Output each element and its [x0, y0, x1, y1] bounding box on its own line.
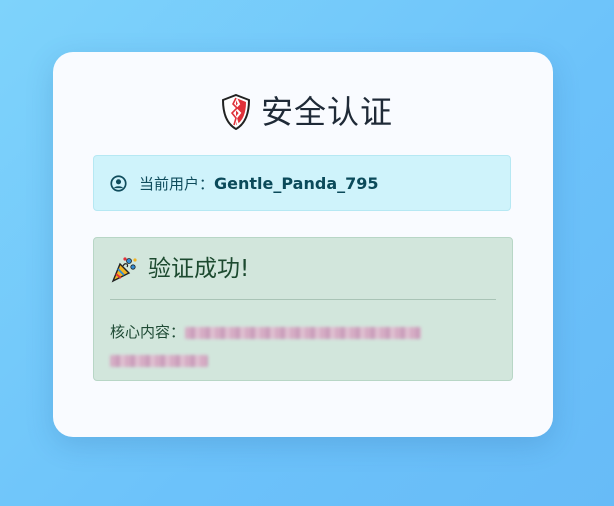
divider — [110, 299, 496, 300]
shield-icon — [221, 94, 250, 130]
core-content-label: 核心内容： — [110, 323, 186, 341]
redacted-content — [185, 326, 422, 339]
core-content: 核心内容： — [110, 318, 498, 374]
user-circle-icon — [110, 174, 127, 192]
title-row: 安全认证 — [0, 90, 614, 134]
current-user-panel: 当前用户： Gentle_Panda_795 — [93, 155, 511, 211]
redacted-content-line-2 — [110, 354, 208, 367]
success-title: 验证成功! — [148, 256, 250, 282]
current-user-label: 当前用户： — [139, 174, 215, 193]
page-title: 安全认证 — [260, 93, 393, 131]
party-popper-icon — [111, 257, 137, 283]
verification-success-panel: 验证成功! 核心内容： — [93, 237, 513, 381]
success-header: 验证成功! — [110, 252, 249, 286]
current-user-name: Gentle_Panda_795 — [214, 173, 379, 193]
